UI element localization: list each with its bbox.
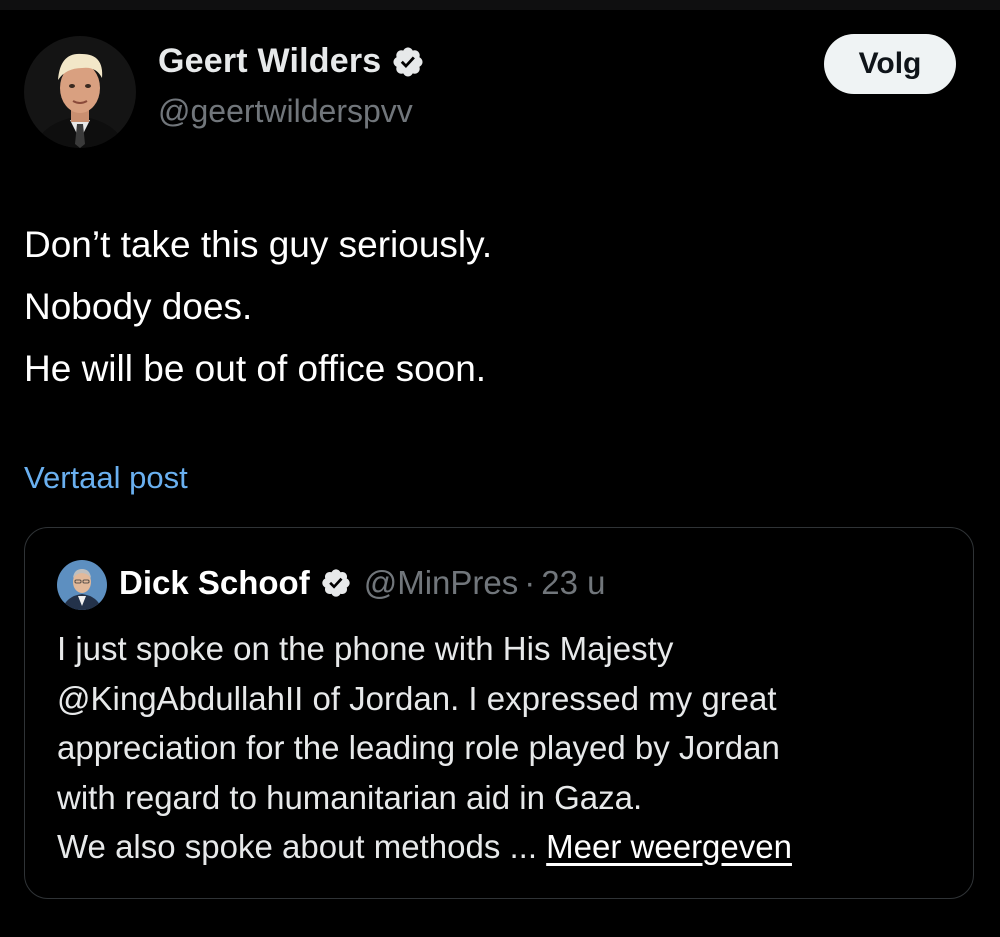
quoted-post-text: I just spoke on the phone with His Majes…: [57, 624, 792, 872]
top-edge: [0, 0, 1000, 10]
quoted-text-last-line: We also spoke about methods ... Meer wee…: [57, 822, 792, 872]
post-text-line: Nobody does.: [24, 286, 253, 327]
verified-badge-icon: [322, 569, 350, 597]
quoted-text-line: appreciation for the leading role played…: [57, 729, 780, 766]
avatar-image: [24, 36, 136, 148]
quoted-author-name[interactable]: Dick Schoof: [119, 564, 310, 602]
post-text-line: He will be out of office soon.: [24, 348, 487, 389]
quoted-avatar-image: [57, 560, 107, 610]
author-name[interactable]: Geert Wilders: [158, 42, 381, 81]
quoted-text-line: @KingAbdullahII of Jordan. I expressed m…: [57, 679, 777, 717]
follow-button[interactable]: Volg: [824, 34, 956, 94]
quoted-post-card[interactable]: Dick Schoof @MinPres · 23 u I just spoke…: [24, 527, 974, 899]
translate-post-link[interactable]: Vertaal post: [24, 460, 188, 496]
quoted-post-timestamp[interactable]: 23 u: [541, 564, 605, 602]
separator-dot: ·: [524, 564, 536, 601]
author-name-row[interactable]: Geert Wilders: [158, 42, 425, 81]
author-handle[interactable]: @geertwilderspvv: [158, 93, 413, 130]
verified-badge-icon: [393, 46, 423, 77]
quoted-post-header: Dick Schoof @MinPres · 23 u: [119, 564, 605, 602]
quoted-text-truncated: We also spoke about methods ...: [57, 828, 537, 865]
show-more-link[interactable]: Meer weergeven: [546, 828, 792, 865]
quoted-author-handle[interactable]: @MinPres: [364, 564, 519, 602]
quoted-text-line: I just spoke on the phone with His Majes…: [57, 630, 674, 667]
post-text: Don’t take this guy seriously. Nobody do…: [24, 214, 492, 400]
quoted-text-line: with regard to humanitarian aid in Gaza.: [57, 778, 643, 816]
post-text-line: Don’t take this guy seriously.: [24, 224, 493, 265]
quoted-author-avatar[interactable]: [57, 560, 107, 610]
author-avatar[interactable]: [24, 36, 136, 148]
